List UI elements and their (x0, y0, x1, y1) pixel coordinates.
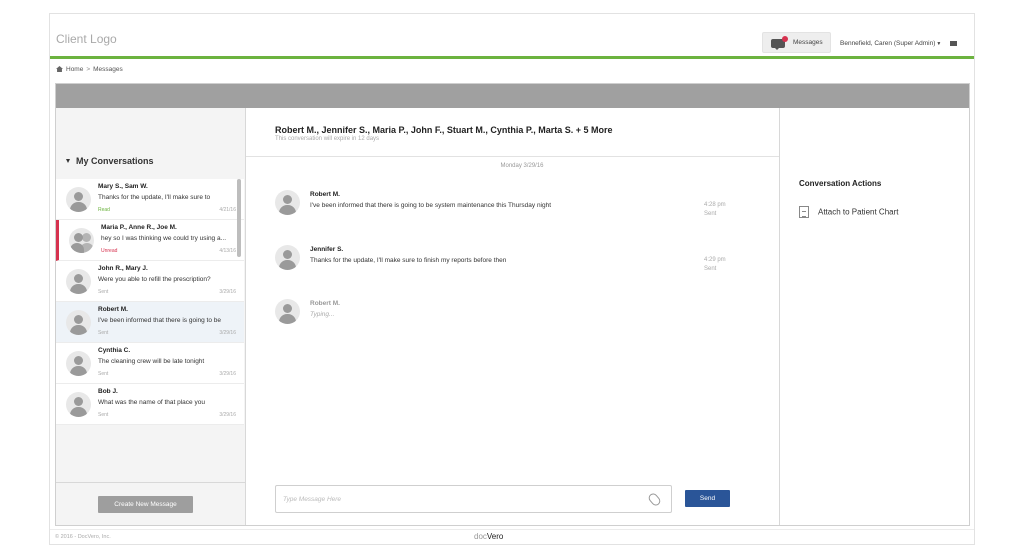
messages-panel: My Conversations Mary S., Sam W. Thanks … (55, 83, 970, 526)
message-sender: Robert M. (310, 191, 340, 198)
message: Robert M. I've been informed that there … (275, 190, 735, 230)
conversation-preview: What was the name of that place you (98, 399, 205, 406)
message-status: Sent (704, 266, 717, 272)
user-menu[interactable]: Bennefield, Caren (Super Admin)▼ (840, 40, 941, 47)
brand-prefix: doc (474, 532, 487, 541)
brand-logo: docVero (474, 532, 503, 541)
avatar-icon (66, 392, 91, 417)
panel-header-bar (56, 84, 969, 108)
typing-text: Typing... (310, 311, 335, 318)
conversation-names: Mary S., Sam W. (98, 183, 148, 190)
message: Jennifer S. Thanks for the update, I'll … (275, 245, 735, 285)
conversation-date: 3/29/16 (219, 289, 236, 295)
paperclip-icon[interactable] (646, 491, 663, 508)
breadcrumb: Home > Messages (56, 66, 123, 73)
conversation-status: Sent (98, 371, 109, 377)
conversation-expiry-note: This conversation will expire in 12 days (275, 136, 380, 142)
user-name: Bennefield, Caren (Super Admin) (840, 40, 936, 47)
app-frame: Client Logo Messages Bennefield, Caren (… (49, 13, 975, 545)
conversation-names: Cynthia C. (98, 347, 131, 354)
breadcrumb-home[interactable]: Home (66, 66, 83, 73)
user-icon[interactable] (950, 41, 957, 46)
breadcrumb-current: Messages (93, 66, 123, 73)
conversation-preview: Thanks for the update, I'll make sure to (98, 194, 211, 201)
message-text: I've been informed that there is going t… (310, 202, 552, 209)
conversation-pane: Robert M., Jennifer S., Maria P., John F… (246, 108, 780, 525)
conversation-preview: I've been informed that there is going t… (98, 317, 222, 324)
copyright: © 2016 - DocVero, Inc. (55, 534, 111, 540)
message-input-placeholder: Type Message Here (283, 496, 342, 503)
conversation-names: Bob J. (98, 388, 118, 395)
conversation-date: 3/29/16 (219, 330, 236, 336)
typing-sender: Robert M. (310, 300, 340, 307)
conversation-names: Robert M. (98, 306, 128, 313)
group-avatar-icon (69, 228, 94, 253)
conversation-preview: hey so I was thinking we could try using… (101, 235, 227, 242)
document-icon (799, 206, 809, 218)
page-footer: © 2016 - DocVero, Inc. docVero (50, 529, 974, 545)
create-new-message-button[interactable]: Create New Message (98, 496, 193, 513)
message-meta: 4:28 pm Sent (704, 201, 726, 219)
conversation-item-selected[interactable]: Robert M. I've been informed that there … (56, 302, 244, 343)
conversation-names: Maria P., Anne R., Joe M. (101, 224, 177, 231)
brand-suffix: Vero (486, 532, 504, 541)
message-status: Sent (704, 211, 717, 217)
avatar-icon (66, 187, 91, 212)
typing-indicator: Robert M. Typing... (275, 299, 735, 339)
conversation-date: 3/29/16 (219, 412, 236, 418)
conversation-item[interactable]: Maria P., Anne R., Joe M. hey so I was t… (56, 220, 244, 261)
messages-label: Messages (793, 39, 823, 46)
avatar-icon (66, 310, 91, 335)
conversation-item[interactable]: Cynthia C. The cleaning crew will be lat… (56, 343, 244, 384)
message-input[interactable]: Type Message Here (275, 485, 672, 513)
conversation-status: Unread (101, 248, 118, 254)
avatar-icon (275, 190, 300, 215)
sidebar-footer: Create New Message (56, 482, 245, 525)
avatar-icon (66, 269, 91, 294)
conversation-preview: Were you able to refill the prescription… (98, 276, 211, 283)
conversation-item[interactable]: Mary S., Sam W. Thanks for the update, I… (56, 179, 244, 220)
conversation-scrollbar[interactable] (237, 179, 241, 257)
conversation-date: 4/13/16 (219, 248, 236, 254)
conversation-date: 3/29/16 (219, 371, 236, 377)
avatar-icon (66, 351, 91, 376)
client-logo: Client Logo (56, 32, 117, 46)
conversation-date: 4/21/16 (219, 207, 236, 213)
conversation-actions-panel: Conversation Actions Attach to Patient C… (780, 108, 969, 525)
breadcrumb-separator: > (86, 66, 91, 73)
message-text: Thanks for the update, I'll make sure to… (310, 257, 507, 264)
message-sender: Jennifer S. (310, 246, 344, 253)
home-icon[interactable] (56, 66, 63, 72)
conversation-preview: The cleaning crew will be late tonight (98, 358, 205, 365)
conversation-item[interactable]: Bob J. What was the name of that place y… (56, 384, 244, 425)
conversation-status: Sent (98, 330, 109, 336)
attach-to-patient-chart-action[interactable]: Attach to Patient Chart (799, 206, 899, 218)
messages-button[interactable]: Messages (762, 32, 831, 53)
conversations-sidebar: My Conversations Mary S., Sam W. Thanks … (56, 108, 246, 525)
message-time: 4:29 pm (704, 257, 726, 263)
conversation-item[interactable]: John R., Mary J. Were you able to refill… (56, 261, 244, 302)
my-conversations-title: My Conversations (76, 156, 154, 166)
conversation-status: Sent (98, 412, 109, 418)
my-conversations-toggle[interactable]: My Conversations (66, 156, 154, 166)
conversation-names: John R., Mary J. (98, 265, 148, 272)
notification-dot (782, 36, 788, 42)
send-button[interactable]: Send (685, 490, 730, 507)
action-label: Attach to Patient Chart (818, 207, 899, 217)
conversation-status: Sent (98, 289, 109, 295)
caret-down-icon: ▼ (936, 41, 942, 47)
day-label: Monday 3/29/16 (500, 163, 544, 169)
conversation-title: Robert M., Jennifer S., Maria P., John F… (275, 125, 613, 135)
avatar-icon (275, 245, 300, 270)
message-meta: 4:29 pm Sent (704, 256, 726, 274)
message-time: 4:28 pm (704, 202, 726, 208)
divider (246, 156, 779, 157)
conversation-actions-title: Conversation Actions (799, 179, 882, 188)
avatar-icon (275, 299, 300, 324)
conversation-list: Mary S., Sam W. Thanks for the update, I… (56, 179, 244, 425)
top-bar: Client Logo Messages Bennefield, Caren (… (50, 14, 974, 59)
conversation-status: Read (98, 207, 110, 213)
collapse-triangle-icon (66, 159, 70, 163)
